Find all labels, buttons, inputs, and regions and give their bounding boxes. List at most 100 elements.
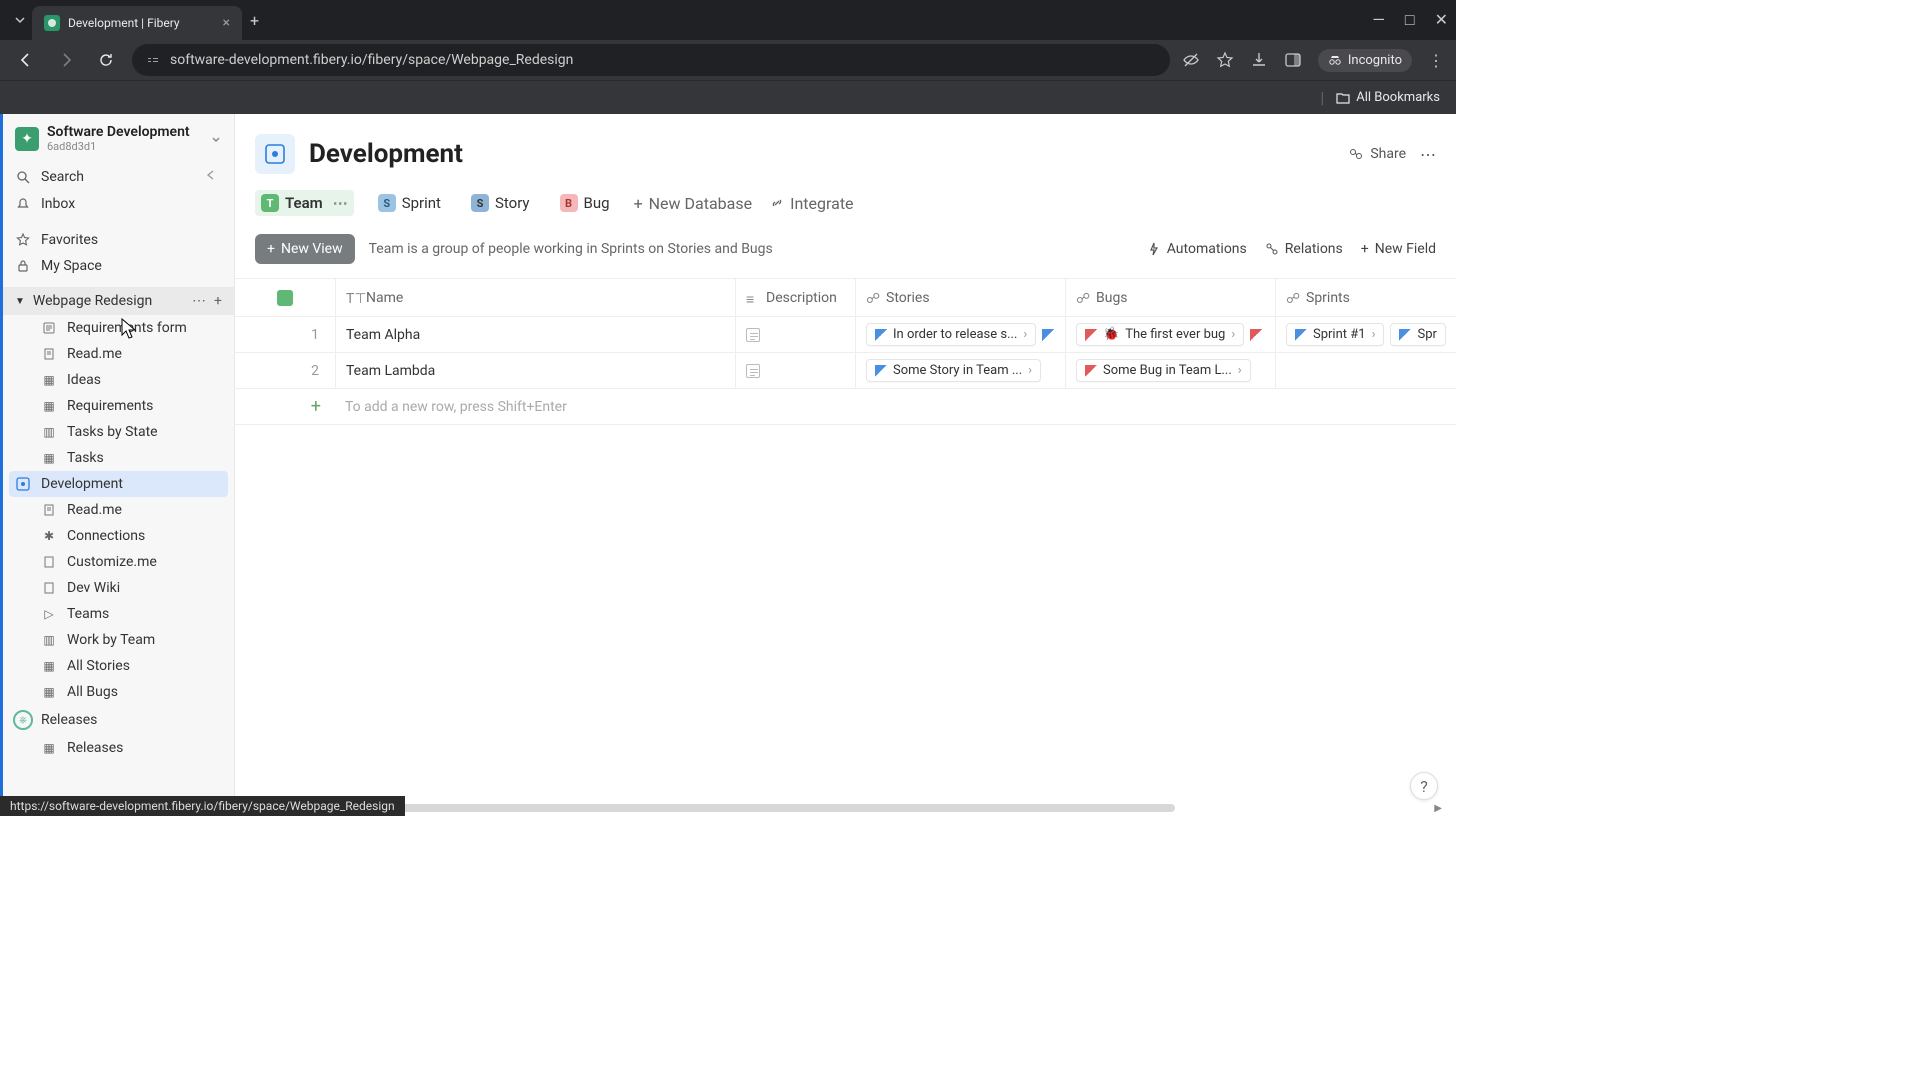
caret-down-icon[interactable]: ▼ — [15, 296, 25, 307]
col-sprints[interactable]: ☍Sprints — [1275, 279, 1456, 316]
browser-tab[interactable]: Development | Fibery × — [32, 6, 242, 40]
flag-icon — [1085, 365, 1097, 377]
add-row[interactable]: + To add a new row, press Shift+Enter — [235, 389, 1456, 425]
url-input[interactable]: software-development.fibery.io/fibery/sp… — [132, 44, 1170, 76]
back-button[interactable] — [12, 46, 40, 74]
workspace-logo-icon: ✦ — [15, 127, 39, 151]
chevron-right-icon[interactable]: › — [1023, 327, 1027, 342]
tab-favicon-icon — [44, 15, 60, 31]
connections-icon: ✱ — [41, 528, 57, 544]
tree-ideas[interactable]: ▦Ideas — [3, 367, 234, 393]
bookmarks-bar: | All Bookmarks — [0, 80, 1456, 114]
db-tab-story[interactable]: SStory — [465, 190, 536, 216]
tree-releases[interactable]: ▦Releases — [3, 735, 234, 761]
workspace-switcher[interactable]: ✦ Software Development 6ad8d3d1 — [3, 114, 234, 163]
cell-bugs[interactable]: Some Bug in Team L...› — [1065, 353, 1275, 388]
section-add-icon[interactable]: + — [214, 293, 222, 309]
tree-development[interactable]: Development — [9, 471, 228, 497]
chevron-right-icon[interactable]: › — [1372, 327, 1376, 342]
col-name[interactable]: T⊤Name — [335, 279, 735, 316]
col-bugs[interactable]: ☍Bugs — [1065, 279, 1275, 316]
cell-sprints[interactable]: Sprint #1› Spr — [1275, 317, 1456, 352]
new-database-button[interactable]: +New Database — [634, 194, 753, 213]
cell-bugs[interactable]: 🐞The first ever bug› — [1065, 317, 1275, 352]
sidebar-search[interactable]: Search — [3, 163, 234, 191]
url-text: software-development.fibery.io/fibery/sp… — [170, 52, 573, 68]
relations-button[interactable]: Relations — [1265, 241, 1343, 257]
col-stories[interactable]: ☍Stories — [855, 279, 1065, 316]
cell-description[interactable] — [735, 317, 855, 352]
site-settings-icon[interactable] — [146, 53, 160, 67]
cell-stories[interactable]: Some Story in Team ...› — [855, 353, 1065, 388]
browser-menu-icon[interactable]: ⋮ — [1428, 51, 1444, 70]
tree-connections[interactable]: ✱Connections — [3, 523, 234, 549]
tree-teams[interactable]: ▷Teams — [3, 601, 234, 627]
tree-dev-wiki[interactable]: Dev Wiki — [3, 575, 234, 601]
tree-readme[interactable]: Read.me — [3, 341, 234, 367]
new-field-button[interactable]: +New Field — [1361, 241, 1436, 257]
db-tab-sprint[interactable]: SSprint — [372, 190, 447, 216]
cell-name[interactable]: Team Alpha — [335, 317, 735, 352]
share-button[interactable]: Share — [1348, 146, 1406, 162]
tree-customize[interactable]: Customize.me — [3, 549, 234, 575]
tree-tasks[interactable]: ▦Tasks — [3, 445, 234, 471]
table-row[interactable]: 2 Team Lambda Some Story in Team ...› So… — [235, 353, 1456, 389]
caret-right-icon: ▷ — [41, 606, 57, 622]
eye-off-icon[interactable] — [1182, 51, 1200, 69]
chevron-right-icon[interactable]: › — [1231, 327, 1235, 342]
new-tab-button[interactable]: + — [250, 11, 259, 30]
add-row-hint: To add a new row, press Shift+Enter — [335, 399, 1456, 415]
chevron-right-icon[interactable]: › — [1238, 363, 1242, 378]
tree-tasks-by-state[interactable]: ▥Tasks by State — [3, 419, 234, 445]
section-more-icon[interactable]: ⋯ — [192, 293, 206, 309]
incognito-badge[interactable]: Incognito — [1318, 49, 1412, 72]
db-tab-team[interactable]: TTeam⋯ — [255, 190, 354, 216]
integrate-button[interactable]: Integrate — [770, 194, 853, 213]
releases-icon: ⎈ — [13, 710, 33, 730]
cell-name[interactable]: Team Lambda — [335, 353, 735, 388]
status-bar-url: https://software-development.fibery.io/f… — [0, 796, 405, 816]
col-description[interactable]: ≡Description — [735, 279, 855, 316]
tree-requirements[interactable]: ▦Requirements — [3, 393, 234, 419]
tree-all-stories[interactable]: ▦All Stories — [3, 653, 234, 679]
cell-description[interactable] — [735, 353, 855, 388]
cell-stories[interactable]: In order to release s...› — [855, 317, 1065, 352]
table-row[interactable]: 1 Team Alpha In order to release s...› 🐞… — [235, 317, 1456, 353]
reload-button[interactable] — [92, 46, 120, 74]
maximize-icon[interactable]: □ — [1405, 10, 1415, 30]
tab-more-icon[interactable]: ⋯ — [333, 194, 348, 212]
page-more-icon[interactable]: ⋯ — [1420, 145, 1436, 164]
sidebar-section-webpage-redesign[interactable]: ▼ Webpage Redesign ⋯ + — [3, 287, 234, 315]
collapse-sidebar-icon[interactable] — [204, 168, 222, 186]
tab-close-icon[interactable]: × — [223, 15, 230, 31]
forward-button[interactable] — [52, 46, 80, 74]
sidebar-inbox[interactable]: Inbox — [3, 191, 234, 217]
tree-work-by-team[interactable]: ▥Work by Team — [3, 627, 234, 653]
paragraph-icon: ≡ — [746, 291, 760, 305]
minimize-icon[interactable]: ― — [1372, 10, 1385, 30]
link-icon: ☍ — [1286, 291, 1300, 305]
tree-requirements-form[interactable]: Requirements form — [3, 315, 234, 341]
close-window-icon[interactable]: ✕ — [1435, 10, 1448, 30]
sidebar-my-space[interactable]: My Space — [3, 253, 234, 279]
db-tab-bug[interactable]: BBug — [554, 190, 616, 216]
page-title[interactable]: Development — [309, 139, 463, 169]
tree-all-bugs[interactable]: ▦All Bugs — [3, 679, 234, 705]
downloads-icon[interactable] — [1250, 51, 1268, 69]
horizontal-scrollbar[interactable]: ▶ — [235, 804, 1442, 814]
sidebar-favorites[interactable]: Favorites — [3, 227, 234, 253]
plus-icon[interactable]: + — [311, 396, 335, 417]
tab-search-dropdown[interactable] — [8, 8, 32, 32]
sidepanel-icon[interactable] — [1284, 51, 1302, 69]
help-button[interactable]: ? — [1410, 772, 1438, 800]
chevron-right-icon[interactable]: › — [1028, 363, 1032, 378]
automations-button[interactable]: Automations — [1147, 241, 1247, 257]
page-icon[interactable] — [255, 134, 295, 174]
tree-readme-2[interactable]: Read.me — [3, 497, 234, 523]
new-view-button[interactable]: +New View — [255, 234, 355, 264]
cell-sprints[interactable] — [1275, 353, 1456, 388]
all-bookmarks-button[interactable]: All Bookmarks — [1336, 90, 1440, 105]
row-number: 2 — [235, 353, 335, 388]
sidebar-section-releases[interactable]: ⎈ Releases — [3, 705, 234, 735]
bookmark-star-icon[interactable] — [1216, 51, 1234, 69]
